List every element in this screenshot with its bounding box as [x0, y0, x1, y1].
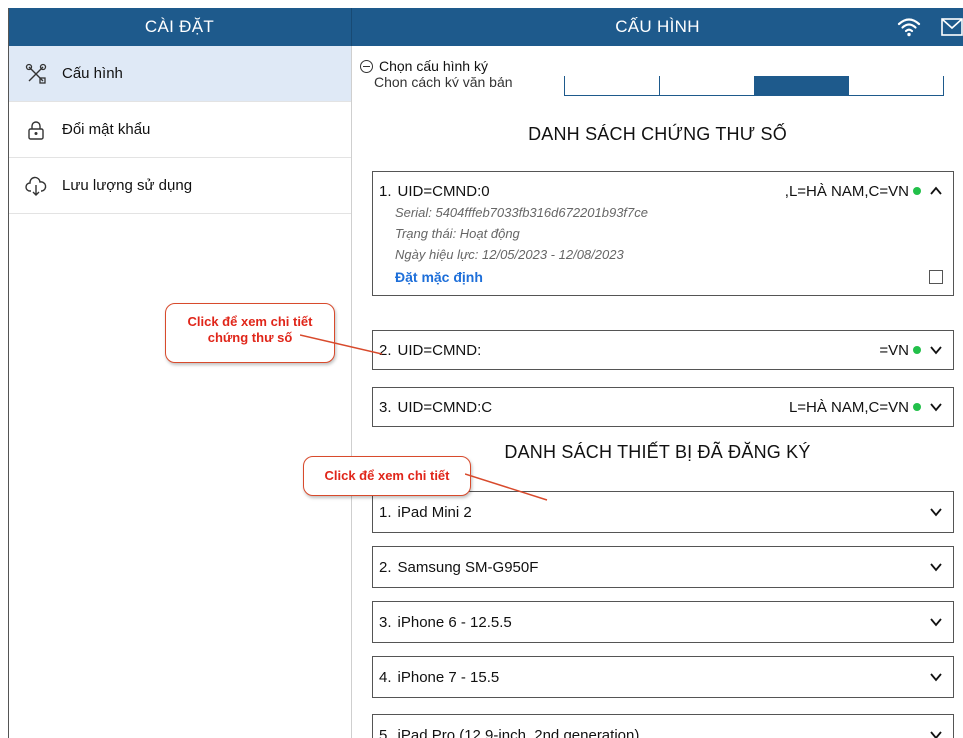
frame-border: [8, 8, 963, 738]
